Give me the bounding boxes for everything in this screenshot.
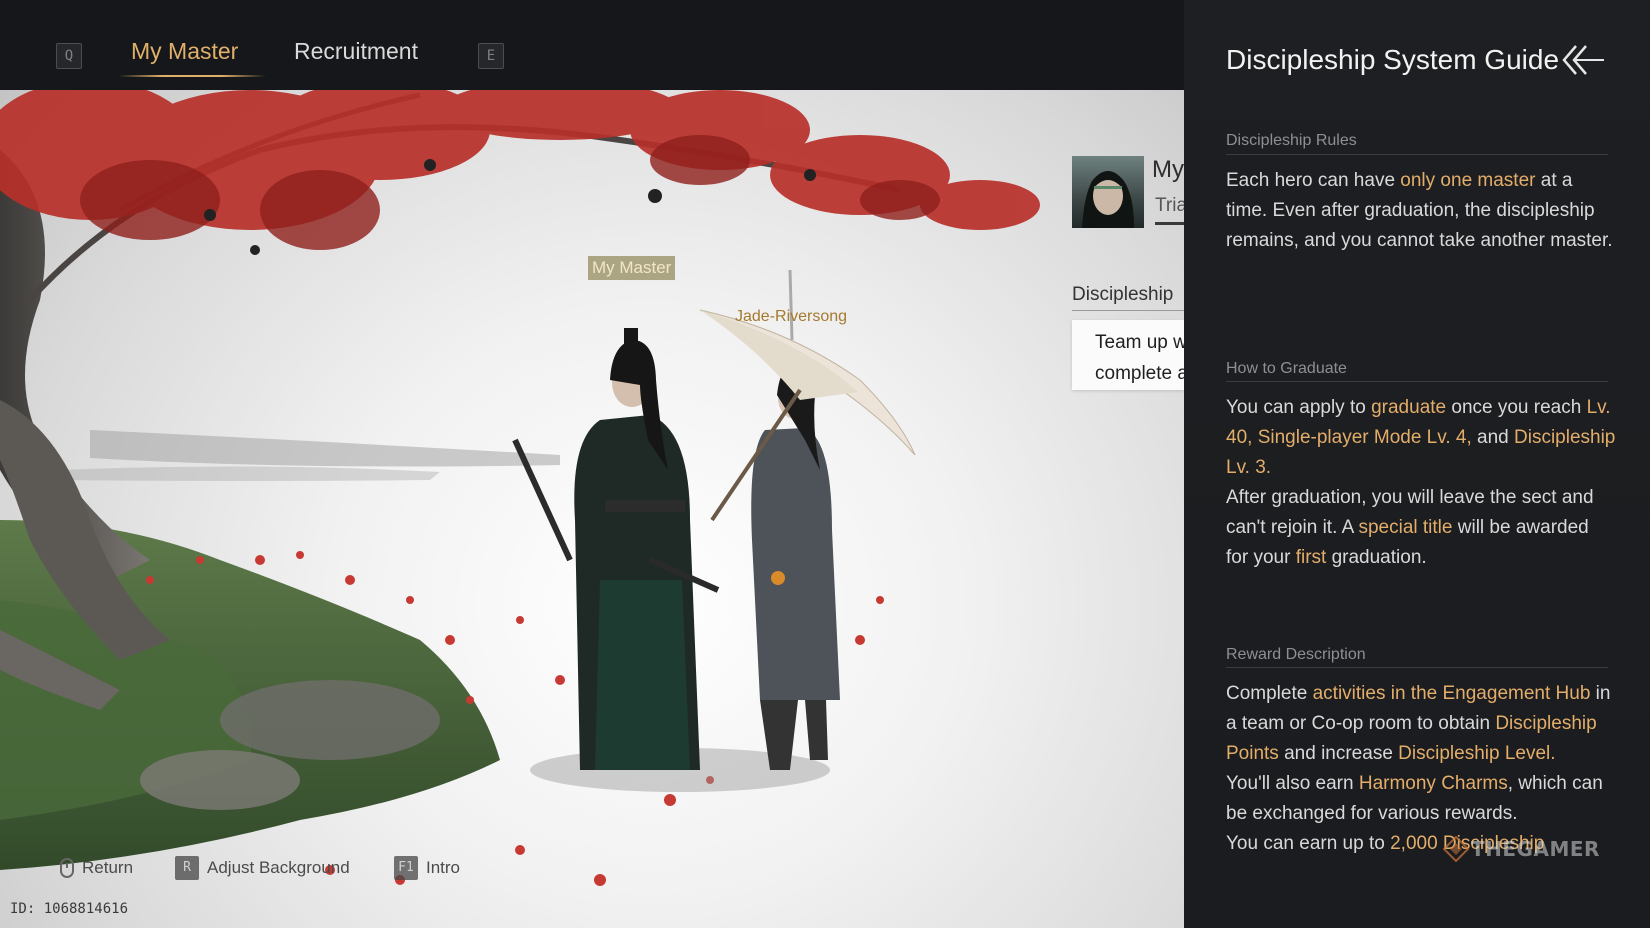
portrait-face-icon <box>1082 171 1134 228</box>
return-label: Return <box>82 858 134 877</box>
tab-recruitment[interactable]: Recruitment <box>294 38 418 65</box>
mouse-icon <box>60 858 74 878</box>
collapse-panel-button[interactable] <box>1560 42 1606 78</box>
discipleship-task-card[interactable]: Team up w complete a <box>1072 320 1184 390</box>
guide-text: Complete <box>1226 683 1313 704</box>
next-tab-key[interactable]: E <box>478 43 504 69</box>
discipleship-section-label: Discipleship <box>1072 284 1174 305</box>
divider <box>1226 154 1608 155</box>
guide-title: Discipleship System Guide <box>1226 44 1560 75</box>
section-body-graduate: You can apply to graduate once you reach… <box>1226 393 1616 573</box>
highlighted-term: only one master <box>1400 170 1536 191</box>
watermark-logo-icon <box>1443 836 1469 862</box>
adjust-background-hint[interactable]: R Adjust Background <box>175 855 350 881</box>
divider <box>1226 667 1608 668</box>
guide-paragraph: You'll also earn Harmony Charms, which c… <box>1226 769 1616 829</box>
intro-hint[interactable]: F1 Intro <box>394 855 460 881</box>
guide-paragraph: After graduation, you will leave the sec… <box>1226 483 1616 573</box>
active-tab-indicator <box>118 75 266 77</box>
master-portrait-avatar[interactable] <box>1072 156 1144 228</box>
return-hint[interactable]: Return <box>60 855 133 881</box>
guide-text: once you reach <box>1446 397 1587 418</box>
master-tag-label: My Master <box>588 256 676 280</box>
section-body-rules: Each hero can have only one master at a … <box>1226 166 1616 256</box>
intro-label: Intro <box>426 858 461 877</box>
watermark: THEGAMER <box>1443 836 1600 862</box>
guide-paragraph: You can apply to graduate once you reach… <box>1226 393 1616 483</box>
task-text-line: complete a <box>1095 363 1184 384</box>
section-heading-graduate: How to Graduate <box>1226 360 1347 377</box>
guide-text: You can apply to <box>1226 397 1372 418</box>
guide-text: and increase <box>1278 743 1399 764</box>
subtitle-progress-bar <box>1155 222 1185 225</box>
scene-background <box>0 0 1184 928</box>
task-text-line: Team up w <box>1095 332 1184 353</box>
user-id-text: ID: 1068814616 <box>10 901 129 917</box>
master-subtitle-text: Tria <box>1155 195 1188 216</box>
guide-text: graduation. <box>1326 547 1427 568</box>
keycap-f1: F1 <box>394 856 418 880</box>
tab-my-master[interactable]: My Master <box>131 38 238 65</box>
section-body-reward: Complete activities in the Engagement Hu… <box>1226 679 1616 859</box>
master-name-text: My <box>1152 156 1184 183</box>
watermark-text: THEGAMER <box>1471 837 1600 861</box>
guide-paragraph: Complete activities in the Engagement Hu… <box>1226 679 1616 769</box>
highlighted-term: special title <box>1358 517 1453 538</box>
adjust-background-label: Adjust Background <box>207 858 350 877</box>
disciple-name-label: Jade-Riversong <box>735 308 848 325</box>
keycap-r: R <box>175 856 199 880</box>
section-heading-reward: Reward Description <box>1226 646 1366 663</box>
guide-paragraph: Each hero can have only one master at a … <box>1226 166 1616 256</box>
divider <box>1226 381 1608 382</box>
guide-panel: Discipleship System Guide Discipleship R… <box>1184 0 1650 928</box>
highlighted-term: graduate <box>1371 397 1447 418</box>
highlighted-term: first <box>1295 547 1327 568</box>
divider <box>1072 310 1184 311</box>
guide-text: You can earn up to <box>1226 833 1391 854</box>
guide-text: You'll also earn <box>1226 773 1359 794</box>
highlighted-term: activities in the Engagement Hub <box>1312 683 1591 704</box>
prev-tab-key[interactable]: Q <box>56 43 82 69</box>
maple-garden-illustration <box>0 80 1040 886</box>
section-heading-rules: Discipleship Rules <box>1226 132 1357 149</box>
highlighted-term: Discipleship Level. <box>1398 743 1556 764</box>
guide-text: Each hero can have <box>1226 170 1401 191</box>
highlighted-term: Harmony Charms <box>1358 773 1508 794</box>
top-nav-bar: Q My Master Recruitment E <box>0 0 1184 90</box>
guide-text: and <box>1471 427 1514 448</box>
double-chevron-left-icon <box>1562 45 1604 75</box>
